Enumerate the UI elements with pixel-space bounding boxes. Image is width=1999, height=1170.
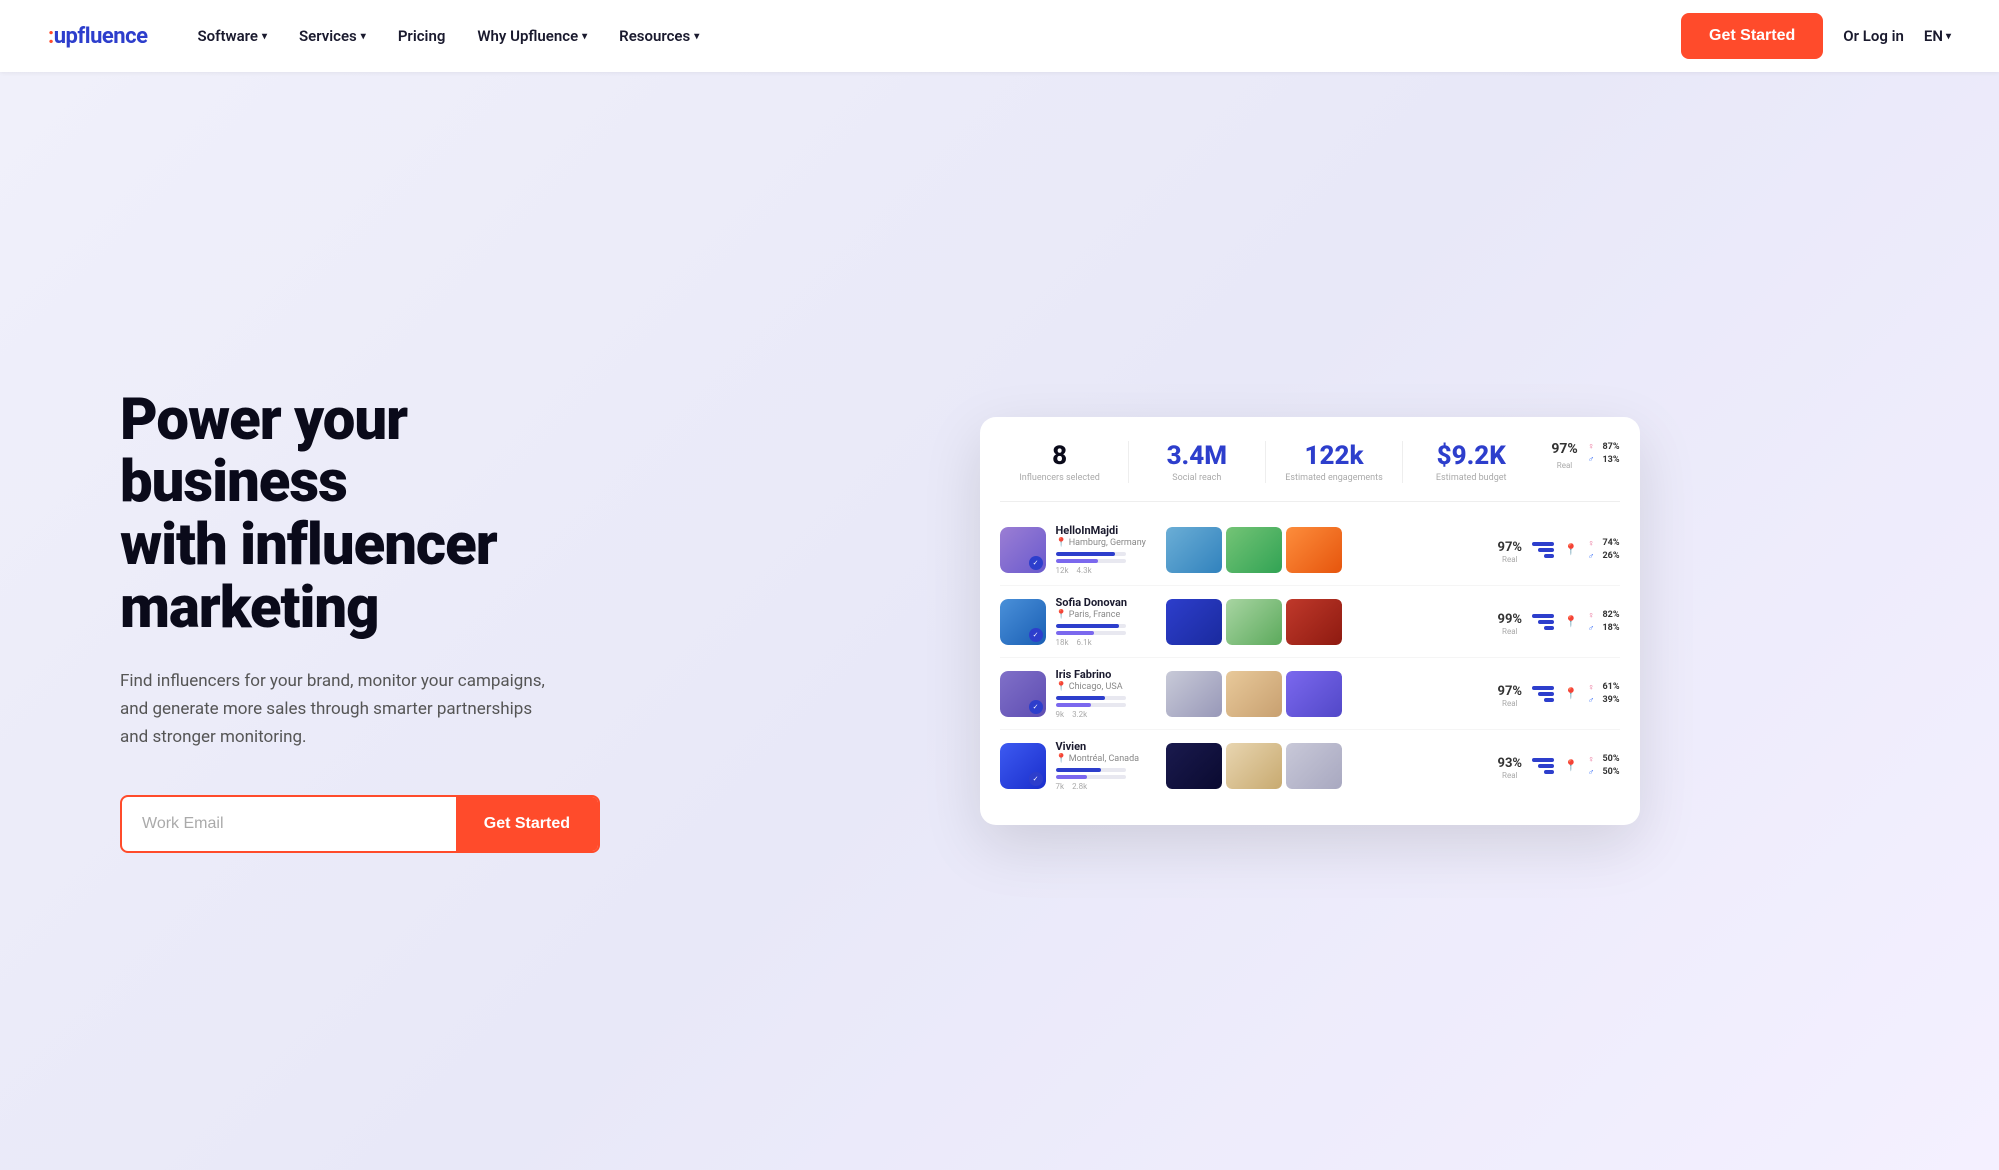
chevron-down-icon: ▾: [361, 31, 366, 42]
influencer-info: Sofia Donovan 📍 Paris, France 18k 6.1k: [1056, 596, 1156, 647]
hero-section: Power your business with influencer mark…: [0, 72, 1999, 1170]
nav-pricing[interactable]: Pricing: [384, 19, 460, 53]
nav-login-link[interactable]: Or Log in: [1843, 27, 1904, 45]
overall-gender-stat: ♀ 87% ♂ 13%: [1588, 441, 1620, 465]
chevron-down-icon: ▾: [694, 31, 699, 42]
influencer-photos: [1166, 671, 1342, 717]
hero-dashboard: 8 Influencers selected 3.4M Social reach…: [700, 417, 1919, 825]
logo[interactable]: :upfluence: [48, 24, 147, 49]
gender-stats: ♀ 61% ♂ 39%: [1588, 682, 1620, 706]
nav-services[interactable]: Services ▾: [285, 19, 380, 53]
hero-get-started-button[interactable]: Get Started: [456, 797, 598, 851]
list-item: ✓ Vivien 📍 Montréal, Canada: [1000, 730, 1620, 801]
influencer-stats: 97% Real 📍 ♀ 61%: [1498, 680, 1620, 708]
hero-title: Power your business with influencer mark…: [120, 389, 640, 640]
avatar: ✓: [1000, 671, 1046, 717]
influencer-info: Vivien 📍 Montréal, Canada 7k 2.8k: [1056, 740, 1156, 791]
location-pin-icon: 📍: [1056, 538, 1067, 548]
chevron-down-icon: ▾: [582, 31, 587, 42]
hero-subtitle: Find influencers for your brand, monitor…: [120, 667, 560, 751]
bars-chart-icon: [1532, 542, 1554, 558]
chevron-down-icon: ▾: [262, 31, 267, 42]
nav-why-upfluence[interactable]: Why Upfluence ▾: [463, 19, 601, 53]
list-item: ✓ Iris Fabrino 📍 Chicago, USA: [1000, 658, 1620, 730]
influencer-stats: 93% Real 📍 ♀ 50%: [1498, 752, 1620, 780]
chevron-down-icon: ▾: [1946, 31, 1951, 42]
dashboard-card: 8 Influencers selected 3.4M Social reach…: [980, 417, 1640, 825]
list-item: ✓ HelloInMajdi 📍 Hamburg, Germany: [1000, 514, 1620, 586]
influencer-stats: 97% Real 📍 ♀ 74%: [1498, 536, 1620, 564]
hero-cta-form: Get Started: [120, 795, 600, 853]
list-item: ✓ Sofia Donovan 📍 Paris, France: [1000, 586, 1620, 658]
stat-social-reach: 3.4M Social reach: [1137, 441, 1257, 483]
nav-links: Software ▾ Services ▾ Pricing Why Upflue…: [183, 19, 1681, 53]
location-pin-icon: 📍: [1056, 754, 1067, 764]
stat-budget: $9.2K Estimated budget: [1411, 441, 1531, 483]
stat-influencers: 8 Influencers selected: [1000, 441, 1120, 483]
nav-resources[interactable]: Resources ▾: [605, 19, 713, 53]
influencer-list: ✓ HelloInMajdi 📍 Hamburg, Germany: [1000, 514, 1620, 801]
hero-content: Power your business with influencer mark…: [120, 389, 640, 854]
influencer-photos: [1166, 599, 1342, 645]
gender-stats: ♀ 82% ♂ 18%: [1588, 610, 1620, 634]
nav-right: Get Started Or Log in EN ▾: [1681, 13, 1951, 59]
influencer-info: Iris Fabrino 📍 Chicago, USA 9k 3.2k: [1056, 668, 1156, 719]
location-pin-icon: 📍: [1056, 682, 1067, 692]
work-email-input[interactable]: [122, 797, 456, 851]
gender-stats: ♀ 50% ♂ 50%: [1588, 754, 1620, 778]
avatar: ✓: [1000, 599, 1046, 645]
influencer-stats: 99% Real 📍 ♀ 82%: [1498, 608, 1620, 636]
influencer-photos: [1166, 527, 1342, 573]
nav-software[interactable]: Software ▾: [183, 19, 281, 53]
gender-stats: ♀ 74% ♂ 26%: [1588, 538, 1620, 562]
nav-language-selector[interactable]: EN ▾: [1924, 27, 1951, 45]
overall-real-stat: 97% Real: [1551, 441, 1577, 470]
logo-text: :upfluence: [48, 24, 147, 49]
location-pin-icon: 📍: [1056, 610, 1067, 620]
avatar: ✓: [1000, 743, 1046, 789]
stats-row: 8 Influencers selected 3.4M Social reach…: [1000, 441, 1620, 502]
bars-chart-icon: [1532, 614, 1554, 630]
bars-chart-icon: [1532, 758, 1554, 774]
bars-chart-icon: [1532, 686, 1554, 702]
influencer-photos: [1166, 743, 1342, 789]
avatar: ✓: [1000, 527, 1046, 573]
influencer-info: HelloInMajdi 📍 Hamburg, Germany 12k 4.3k: [1056, 524, 1156, 575]
navigation: :upfluence Software ▾ Services ▾ Pricing…: [0, 0, 1999, 72]
nav-get-started-button[interactable]: Get Started: [1681, 13, 1823, 59]
stat-engagements: 122k Estimated engagements: [1274, 441, 1394, 483]
